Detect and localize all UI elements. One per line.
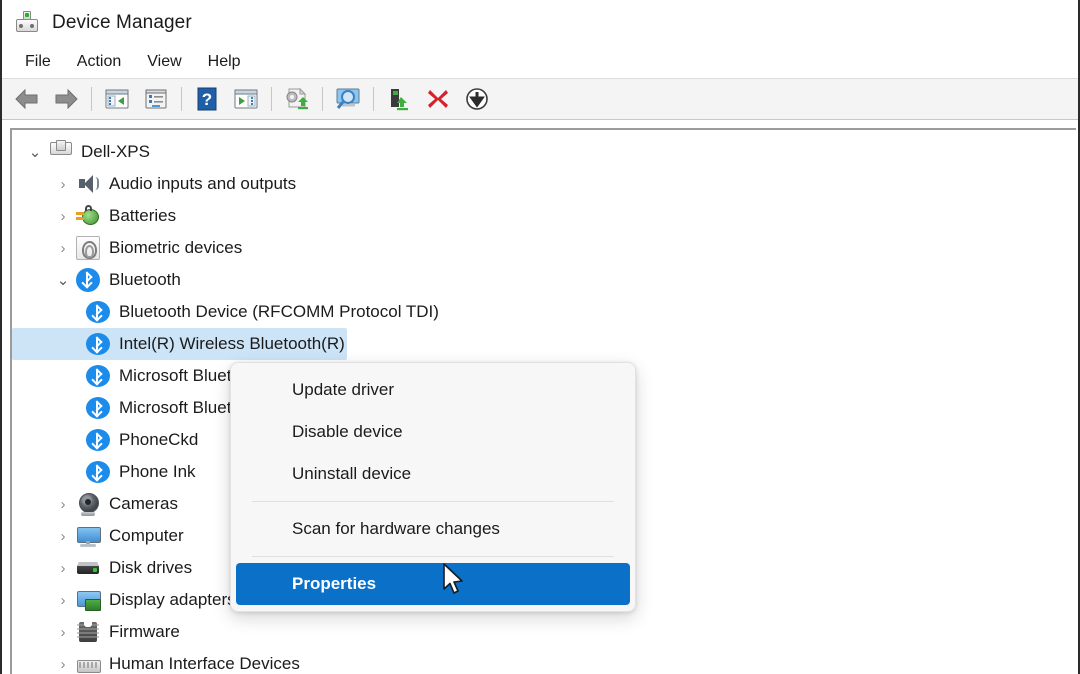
- menu-action[interactable]: Action: [64, 50, 134, 74]
- tree-item-label: PhoneCkd: [119, 430, 198, 450]
- show-hide-console-tree-icon[interactable]: [98, 82, 136, 116]
- tree-item-label: Human Interface Devices: [109, 654, 300, 674]
- tree-item[interactable]: ⌄ Dell-XPS: [12, 136, 1076, 168]
- tree-item[interactable]: › Human Interface Devices: [12, 648, 1076, 674]
- tree-item-label: Computer: [109, 526, 184, 546]
- context-menu-separator: [252, 501, 614, 502]
- chevron-right-icon[interactable]: ›: [50, 593, 76, 608]
- chevron-down-icon[interactable]: ⌄: [22, 145, 48, 160]
- display-adapter-icon: [76, 588, 100, 612]
- tree-item-label: Display adapters: [109, 590, 236, 610]
- chevron-right-icon[interactable]: ›: [50, 209, 76, 224]
- tree-item-label: Dell-XPS: [81, 142, 150, 162]
- bluetooth-icon: [86, 429, 110, 451]
- menu-view[interactable]: View: [134, 50, 194, 74]
- context-menu-item-uninstall-device[interactable]: Uninstall device: [236, 453, 630, 495]
- tree-item[interactable]: Bluetooth Device (RFCOMM Protocol TDI): [12, 296, 1076, 328]
- bluetooth-icon: [86, 365, 110, 387]
- enable-device-icon[interactable]: [458, 82, 496, 116]
- window-title: Device Manager: [52, 12, 192, 34]
- title-bar: Device Manager: [2, 0, 1078, 46]
- speaker-icon: [76, 172, 100, 196]
- bluetooth-icon: [86, 461, 110, 483]
- computer-host-icon: [48, 140, 72, 164]
- svg-text:?: ?: [202, 90, 212, 109]
- tree-item-label: Bluetooth Device (RFCOMM Protocol TDI): [119, 302, 439, 322]
- camera-icon: [76, 492, 100, 516]
- battery-icon: [76, 204, 100, 228]
- context-menu-item-disable-device[interactable]: Disable device: [236, 411, 630, 453]
- context-menu[interactable]: Update driver Disable device Uninstall d…: [230, 362, 636, 612]
- bluetooth-icon: [86, 397, 110, 419]
- tree-item-label: Audio inputs and outputs: [109, 174, 296, 194]
- monitor-icon: [76, 524, 100, 548]
- tree-item-label: Phone Ink: [119, 462, 196, 482]
- tree-item-label: Batteries: [109, 206, 176, 226]
- tree-item-label: Bluetooth: [109, 270, 181, 290]
- disk-drive-icon: [76, 556, 100, 580]
- chevron-right-icon[interactable]: ›: [50, 177, 76, 192]
- scan-for-hardware-changes-icon[interactable]: [329, 82, 367, 116]
- chevron-right-icon[interactable]: ›: [50, 625, 76, 640]
- back-arrow-icon[interactable]: [8, 82, 46, 116]
- show-hide-action-pane-icon[interactable]: [227, 82, 265, 116]
- tree-item[interactable]: › Audio inputs and outputs: [12, 168, 1076, 200]
- firmware-chip-icon: [76, 620, 100, 644]
- tree-item-label: Biometric devices: [109, 238, 242, 258]
- properties-icon[interactable]: [137, 82, 175, 116]
- help-icon[interactable]: ?: [188, 82, 226, 116]
- context-menu-item-update-driver[interactable]: Update driver: [236, 369, 630, 411]
- menu-bar: File Action View Help: [2, 46, 1078, 78]
- tree-item-label: Firmware: [109, 622, 180, 642]
- device-manager-icon: [14, 10, 40, 36]
- tree-item[interactable]: › Firmware: [12, 616, 1076, 648]
- toolbar-separator: [373, 87, 374, 111]
- chevron-down-icon[interactable]: ⌄: [50, 273, 76, 288]
- tree-item[interactable]: ⌄ Bluetooth: [12, 264, 1076, 296]
- tree-item-label: Intel(R) Wireless Bluetooth(R): [119, 334, 345, 354]
- device-manager-window: Device Manager File Action View Help: [0, 0, 1080, 674]
- uninstall-device-icon[interactable]: [380, 82, 418, 116]
- tree-item[interactable]: › Batteries: [12, 200, 1076, 232]
- tree-item-label: Cameras: [109, 494, 178, 514]
- chevron-right-icon[interactable]: ›: [50, 241, 76, 256]
- bluetooth-icon: [86, 333, 110, 355]
- chevron-right-icon[interactable]: ›: [50, 561, 76, 576]
- tree-item-label: Disk drives: [109, 558, 192, 578]
- fingerprint-icon: [76, 236, 100, 260]
- disable-device-icon[interactable]: [419, 82, 457, 116]
- context-menu-separator: [252, 556, 614, 557]
- keyboard-icon: [76, 652, 100, 674]
- toolbar: ?: [2, 78, 1078, 120]
- bluetooth-icon: [86, 301, 110, 323]
- menu-help[interactable]: Help: [195, 50, 254, 74]
- toolbar-separator: [91, 87, 92, 111]
- tree-item[interactable]: Intel(R) Wireless Bluetooth(R): [12, 328, 347, 360]
- toolbar-separator: [181, 87, 182, 111]
- toolbar-separator: [271, 87, 272, 111]
- menu-file[interactable]: File: [12, 50, 64, 74]
- chevron-right-icon[interactable]: ›: [50, 657, 76, 672]
- context-menu-item-properties[interactable]: Properties: [236, 563, 630, 605]
- chevron-right-icon[interactable]: ›: [50, 497, 76, 512]
- bluetooth-icon: [76, 268, 100, 292]
- forward-arrow-icon[interactable]: [47, 82, 85, 116]
- context-menu-item-scan-for-hardware-changes[interactable]: Scan for hardware changes: [236, 508, 630, 550]
- tree-item[interactable]: › Biometric devices: [12, 232, 1076, 264]
- toolbar-separator: [322, 87, 323, 111]
- update-driver-icon[interactable]: [278, 82, 316, 116]
- chevron-right-icon[interactable]: ›: [50, 529, 76, 544]
